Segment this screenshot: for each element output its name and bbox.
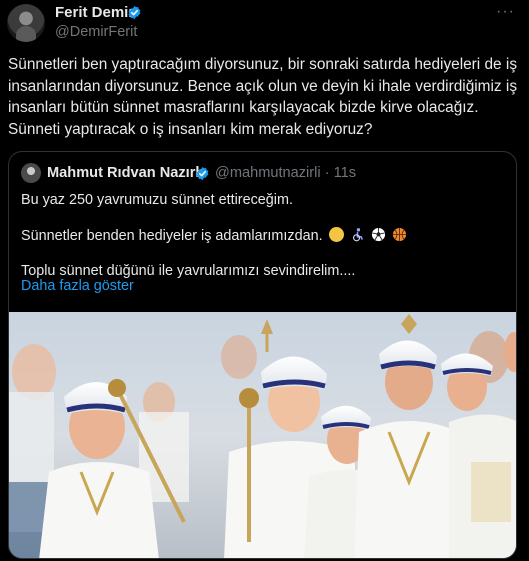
- quoted-author-name[interactable]: Mahmut Rıdvan Nazırlı: [47, 165, 204, 181]
- quoted-verified-badge-icon: [196, 166, 209, 181]
- verified-badge-icon: [128, 5, 141, 20]
- show-more-link[interactable]: Daha fazla göster: [21, 278, 134, 294]
- basketball-emoji-icon: [392, 227, 406, 242]
- person-in-wheelchair-emoji-icon: [352, 228, 363, 242]
- quoted-line-2: Sünnetler benden hediyeler iş adamlarımı…: [21, 227, 407, 244]
- quoted-tweet[interactable]: Mahmut Rıdvan Nazırlı @mahmutnazirli · 1…: [8, 151, 517, 559]
- quoted-handle-text[interactable]: @mahmutnazirli: [215, 165, 321, 181]
- quoted-line-2-text: Sünnetler benden hediyeler iş adamlarımı…: [21, 228, 323, 244]
- tweet: Ferit Demir @DemirFerit ··· Sünnetleri b…: [0, 0, 529, 561]
- quoted-timestamp[interactable]: · 11s: [325, 165, 356, 181]
- tweet-text: Sünnetleri ben yaptıracağım diyorsunuz, …: [8, 56, 518, 138]
- quoted-author-avatar[interactable]: [21, 163, 41, 183]
- quoted-line-3: Toplu sünnet düğünü ile yavrularımızı se…: [21, 263, 356, 279]
- quoted-line-1: Bu yaz 250 yavrumuzu sünnet ettireceğim.: [21, 192, 293, 208]
- winking-face-emoji-icon: [328, 227, 344, 242]
- quoted-author-handle[interactable]: @mahmutnazirli · 11s: [215, 165, 356, 181]
- author-avatar[interactable]: [7, 4, 45, 42]
- soccer-ball-emoji-icon: [371, 227, 385, 242]
- quoted-photo[interactable]: [9, 312, 517, 559]
- more-options-icon[interactable]: ···: [496, 3, 515, 21]
- author-name[interactable]: Ferit Demir: [55, 4, 134, 21]
- author-handle[interactable]: @DemirFerit: [55, 24, 137, 40]
